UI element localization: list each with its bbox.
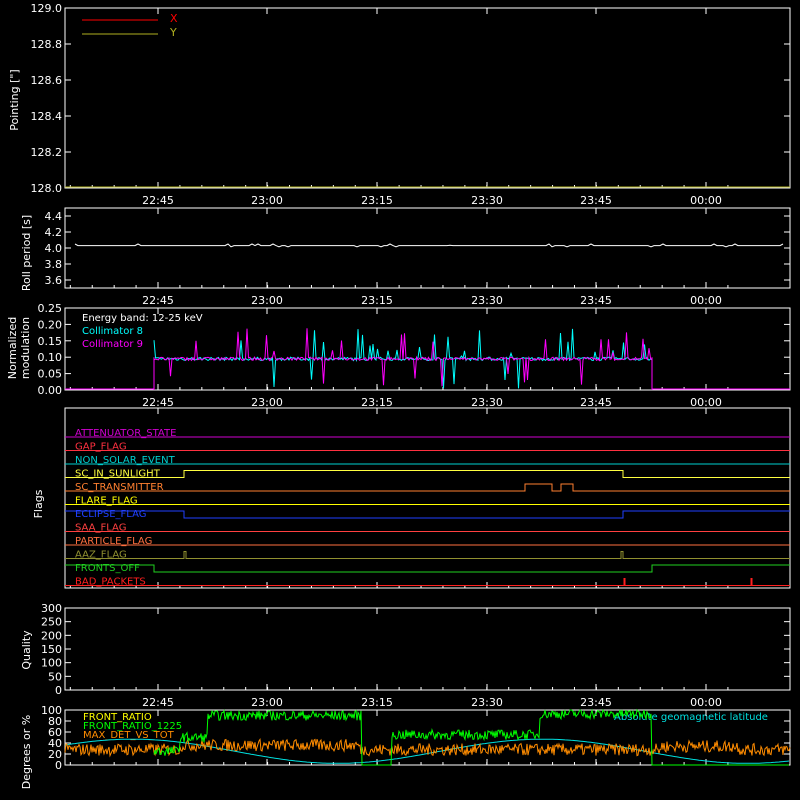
roll-xtick-label: 23:00	[251, 294, 283, 307]
legend-y-label: Y	[169, 26, 177, 39]
modulation-ytick-label: 0.10	[38, 351, 63, 364]
pointing-xtick-label: 22:45	[142, 194, 174, 207]
quality-ytick-label: 250	[41, 616, 62, 629]
pointing-xtick-label: 00:00	[690, 194, 722, 207]
pointing-ytick-label: 128.8	[31, 38, 63, 51]
collimator8-legend: Collimator 8	[82, 326, 143, 337]
geomag-annotation: Absolute geomagnetic latitude	[614, 712, 768, 723]
front-ratio-ytick-label: 100	[41, 704, 62, 717]
roll-ylabel: Roll period [s]	[20, 215, 33, 291]
roll-xtick-label: 22:45	[142, 294, 174, 307]
energy-band-annotation: Energy band: 12-25 keV	[82, 313, 203, 324]
modulation-xtick-label: 23:30	[471, 396, 503, 409]
legend-x-label: X	[170, 12, 178, 25]
quality-xtick-label: 23:15	[361, 696, 393, 709]
roll-ytick-label: 4.4	[45, 210, 63, 223]
modulation-ylabel-line2: modulation	[19, 317, 32, 379]
modulation-xtick-label: 23:45	[580, 396, 612, 409]
quality-panel: Quality	[20, 630, 33, 670]
roll-xtick-label: 23:45	[580, 294, 612, 307]
quality-ytick-label: 50	[48, 670, 62, 683]
pointing-ytick-label: 128.2	[31, 146, 63, 159]
pointing-xtick-label: 23:00	[251, 194, 283, 207]
quality-ytick-label: 0	[55, 684, 62, 697]
quality-xtick-label: 22:45	[142, 696, 174, 709]
modulation-ytick-label: 0.15	[38, 335, 63, 348]
pointing-xtick-label: 23:15	[361, 194, 393, 207]
quality-ylabel: Quality	[20, 630, 33, 670]
pointing-ytick-label: 129.0	[31, 2, 63, 15]
modulation-ytick-label: 0.25	[38, 302, 63, 315]
modulation-xtick-label: 23:00	[251, 396, 283, 409]
flags-ylabel: Flags	[32, 489, 45, 518]
pointing-ytick-label: 128.6	[31, 74, 63, 87]
roll-xtick-label: 23:30	[471, 294, 503, 307]
front-ratio-ylabel: Degrees or %	[20, 715, 33, 789]
summary-plot: Pointing ["] X Y Roll period [s] Normali…	[0, 0, 800, 800]
modulation-xtick-label: 00:00	[690, 396, 722, 409]
modulation-ylabel-line1: Normalized	[6, 317, 19, 379]
quality-xtick-label: 23:00	[251, 696, 283, 709]
roll-xtick-label: 23:15	[361, 294, 393, 307]
pointing-xtick-label: 23:45	[580, 194, 612, 207]
roll-ytick-label: 4.2	[45, 226, 63, 239]
quality-ytick-label: 200	[41, 629, 62, 642]
modulation-xtick-label: 22:45	[142, 396, 174, 409]
flags-panel: Flags	[32, 489, 45, 518]
roll-ytick-label: 3.6	[45, 274, 63, 287]
pointing-ylabel: Pointing ["]	[8, 69, 21, 130]
pointing-ytick-label: 128.0	[31, 182, 63, 195]
roll-ytick-label: 3.8	[45, 258, 63, 271]
quality-xtick-label: 23:45	[580, 696, 612, 709]
quality-ytick-label: 150	[41, 643, 62, 656]
collimator9-legend: Collimator 9	[82, 339, 143, 350]
quality-xtick-label: 00:00	[690, 696, 722, 709]
modulation-xtick-label: 23:15	[361, 396, 393, 409]
roll-panel: Roll period [s]	[20, 215, 33, 291]
quality-ytick-label: 100	[41, 657, 62, 670]
roll-xtick-label: 00:00	[690, 294, 722, 307]
modulation-ytick-label: 0.05	[38, 368, 63, 381]
quality-ytick-label: 300	[41, 602, 62, 615]
roll-ytick-label: 4.0	[45, 242, 63, 255]
modulation-ytick-label: 0.20	[38, 318, 63, 331]
pointing-xtick-label: 23:30	[471, 194, 503, 207]
modulation-ytick-label: 0.00	[38, 384, 63, 397]
pointing-ytick-label: 128.4	[31, 110, 63, 123]
quality-xtick-label: 23:30	[471, 696, 503, 709]
plot-background	[0, 0, 800, 800]
